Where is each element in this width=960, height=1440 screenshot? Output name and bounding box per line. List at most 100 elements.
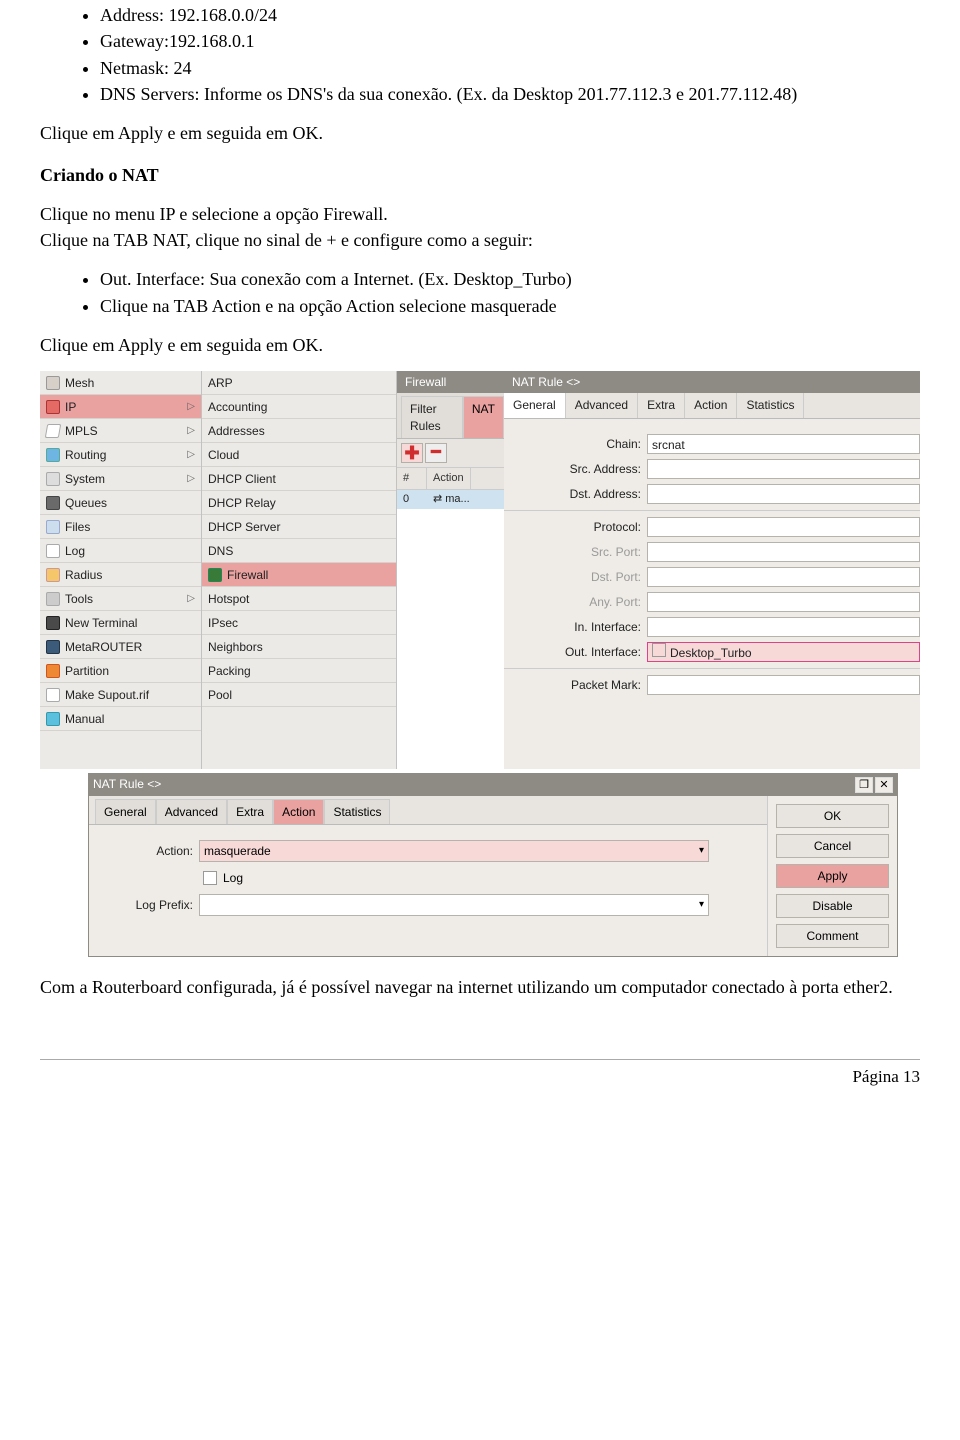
tools-icon	[46, 592, 60, 606]
term-icon	[46, 616, 60, 630]
action-tabs: General Advanced Extra Action Statistics	[89, 796, 767, 825]
menu-item-tools[interactable]: Tools▷	[40, 587, 201, 611]
menu-item-files[interactable]: Files	[40, 515, 201, 539]
col-action: Action	[427, 468, 471, 489]
menu-item-system[interactable]: System▷	[40, 467, 201, 491]
firewall-title: Firewall	[397, 371, 504, 393]
in-interface-input[interactable]	[647, 617, 920, 637]
lbl-dst: Dst. Address:	[504, 486, 647, 502]
menu-item-partition[interactable]: Partition	[40, 659, 201, 683]
radius-icon	[46, 568, 60, 582]
nat-rule-title: NAT Rule <>	[504, 371, 920, 393]
apply-text-2: Clique em Apply e em seguida em OK.	[40, 333, 920, 357]
window-restore-icon[interactable]: ❐	[855, 777, 873, 793]
lbl-proto: Protocol:	[504, 519, 647, 535]
ok-button[interactable]: OK	[776, 804, 889, 828]
src-port-input[interactable]	[647, 542, 920, 562]
submenu-item-neighbors[interactable]: Neighbors	[202, 635, 396, 659]
dst-port-input[interactable]	[647, 567, 920, 587]
submenu-item-addresses[interactable]: Addresses	[202, 419, 396, 443]
submenu-item-firewall[interactable]: Firewall	[202, 563, 396, 587]
firewall-panel: Firewall Filter Rules NAT ✚ ━ # Action 0…	[397, 371, 504, 768]
chevron-right-icon: ▷	[187, 472, 195, 486]
submenu-item-ipsec[interactable]: IPsec	[202, 611, 396, 635]
disable-button[interactable]: Disable	[776, 894, 889, 918]
menu-item-routing[interactable]: Routing▷	[40, 443, 201, 467]
menu-item-metarouter[interactable]: MetaROUTER	[40, 635, 201, 659]
tab-action2[interactable]: Action	[273, 799, 324, 824]
sys-icon	[46, 472, 60, 486]
menu-item-mesh[interactable]: Mesh	[40, 371, 201, 395]
submenu-item-arp[interactable]: ARP	[202, 371, 396, 395]
tab-extra2[interactable]: Extra	[227, 799, 273, 824]
chain-input[interactable]: srcnat	[647, 434, 920, 454]
lbl-action: Action:	[89, 843, 199, 859]
action-combo[interactable]: masquerade ▾	[199, 840, 709, 862]
invert-checkbox-icon[interactable]	[652, 643, 666, 657]
menu-item-new-terminal[interactable]: New Terminal	[40, 611, 201, 635]
submenu-item-dhcp-relay[interactable]: DHCP Relay	[202, 491, 396, 515]
tab-advanced[interactable]: Advanced	[566, 393, 638, 417]
tab-filter-rules[interactable]: Filter Rules	[401, 396, 463, 437]
bullet: DNS Servers: Informe os DNS's da sua con…	[100, 81, 920, 107]
submenu-item-dns[interactable]: DNS	[202, 539, 396, 563]
bullet: Netmask: 24	[100, 55, 920, 81]
packet-mark-input[interactable]	[647, 675, 920, 695]
tab-general2[interactable]: General	[95, 799, 156, 824]
menu-item-radius[interactable]: Radius	[40, 563, 201, 587]
submenu-item-accounting[interactable]: Accounting	[202, 395, 396, 419]
lbl-logprefix: Log Prefix:	[89, 897, 199, 913]
tab-statistics[interactable]: Statistics	[737, 393, 804, 417]
col-num: #	[397, 468, 427, 489]
cancel-button[interactable]: Cancel	[776, 834, 889, 858]
logprefix-input[interactable]: ▾	[199, 894, 709, 916]
lbl-dstport: Dst. Port:	[504, 569, 647, 585]
submenu-item-pool[interactable]: Pool	[202, 683, 396, 707]
menu-item-manual[interactable]: Manual	[40, 707, 201, 731]
window-titlebar: NAT Rule <> ❐ ✕	[89, 774, 897, 796]
protocol-input[interactable]	[647, 517, 920, 537]
apply-button[interactable]: Apply	[776, 864, 889, 888]
menu-item-mpls[interactable]: MPLS▷	[40, 419, 201, 443]
lbl-src: Src. Address:	[504, 461, 647, 477]
bullet: Out. Interface: Sua conexão com a Intern…	[100, 266, 920, 292]
out-interface-input[interactable]: Desktop_Turbo	[647, 642, 920, 662]
tab-nat[interactable]: NAT	[463, 396, 504, 437]
submenu-item-dhcp-server[interactable]: DHCP Server	[202, 515, 396, 539]
tab-statistics2[interactable]: Statistics	[324, 799, 390, 824]
chevron-right-icon: ▷	[187, 424, 195, 438]
rule-row-0[interactable]: 0 ⇄ ma...	[397, 490, 504, 509]
bullet: Address: 192.168.0.0/24	[100, 2, 920, 28]
dialog-buttons: OK Cancel Apply Disable Comment	[767, 796, 897, 956]
menu-item-queues[interactable]: Queues	[40, 491, 201, 515]
tab-extra[interactable]: Extra	[638, 393, 685, 417]
fw-text-2: Clique na TAB NAT, clique no sinal de + …	[40, 228, 920, 252]
queue-icon	[46, 496, 60, 510]
submenu-item-cloud[interactable]: Cloud	[202, 443, 396, 467]
window-close-icon[interactable]: ✕	[875, 777, 893, 793]
window-title: NAT Rule <>	[93, 776, 161, 792]
menu-item-ip[interactable]: IP▷	[40, 395, 201, 419]
menu-item-log[interactable]: Log	[40, 539, 201, 563]
add-button[interactable]: ✚	[401, 443, 423, 463]
menu-item-make-supout-rif[interactable]: Make Supout.rif	[40, 683, 201, 707]
remove-button[interactable]: ━	[425, 443, 447, 463]
lbl-pmark: Packet Mark:	[504, 677, 647, 693]
tab-general[interactable]: General	[504, 393, 566, 417]
lbl-outiface: Out. Interface:	[504, 644, 647, 660]
tab-action[interactable]: Action	[685, 393, 737, 417]
screenshot-nat-action: NAT Rule <> ❐ ✕ General Advanced Extra A…	[88, 773, 920, 957]
address-bullets: Address: 192.168.0.0/24 Gateway:192.168.…	[40, 2, 920, 107]
tab-advanced2[interactable]: Advanced	[156, 799, 227, 824]
log-checkbox[interactable]	[203, 871, 217, 885]
dst-address-input[interactable]	[647, 484, 920, 504]
submenu-item-dhcp-client[interactable]: DHCP Client	[202, 467, 396, 491]
submenu-item-packing[interactable]: Packing	[202, 659, 396, 683]
chevron-right-icon: ▷	[187, 400, 195, 414]
submenu-item-hotspot[interactable]: Hotspot	[202, 587, 396, 611]
log-icon	[46, 544, 60, 558]
src-address-input[interactable]	[647, 459, 920, 479]
any-port-input[interactable]	[647, 592, 920, 612]
screenshot-firewall-general: MeshIP▷MPLS▷Routing▷System▷QueuesFilesLo…	[40, 371, 920, 956]
comment-button[interactable]: Comment	[776, 924, 889, 948]
